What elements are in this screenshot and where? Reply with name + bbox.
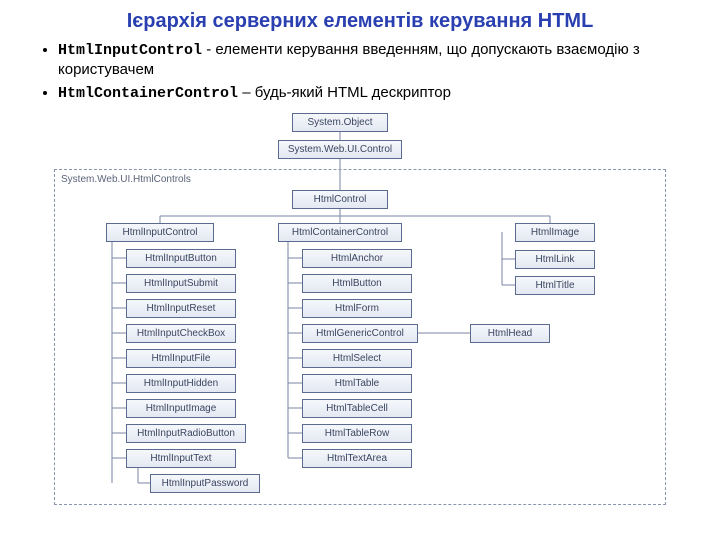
node-htmlinputradiobutton: HtmlInputRadioButton [126, 424, 246, 443]
bullet-text: будь-який HTML дескриптор [255, 84, 451, 101]
bullet-item: HtmlInputControl - елементи керування вв… [58, 41, 680, 80]
node-htmlinputreset: HtmlInputReset [126, 299, 236, 318]
node-htmlimage: HtmlImage [515, 223, 595, 242]
node-htmlcontrol: HtmlControl [292, 190, 388, 209]
node-htmlhead: HtmlHead [470, 324, 550, 343]
node-htmlinputbutton: HtmlInputButton [126, 249, 236, 268]
bullet-sep: – [238, 84, 255, 101]
node-htmlinputtext: HtmlInputText [126, 449, 236, 468]
node-htmlinputsubmit: HtmlInputSubmit [126, 274, 236, 293]
node-htmltablerow: HtmlTableRow [302, 424, 412, 443]
bullet-item: HtmlContainerControl – будь-який HTML де… [58, 84, 680, 104]
node-htmlinputfile: HtmlInputFile [126, 349, 236, 368]
bullet-list: HtmlInputControl - елементи керування вв… [0, 41, 720, 113]
node-htmlbutton: HtmlButton [302, 274, 412, 293]
node-system-web-ui-control: System.Web.UI.Control [278, 140, 402, 159]
bullet-code: HtmlInputControl [58, 42, 202, 59]
node-system-object: System.Object [292, 113, 388, 132]
page-title: Ієрархія серверних елементів керування H… [0, 0, 720, 41]
node-htmlinputpassword: HtmlInputPassword [150, 474, 260, 493]
hierarchy-diagram: System.Object System.Web.UI.Control Syst… [30, 113, 690, 513]
node-htmltablecell: HtmlTableCell [302, 399, 412, 418]
node-htmlinputimage: HtmlInputImage [126, 399, 236, 418]
node-htmlinputhidden: HtmlInputHidden [126, 374, 236, 393]
node-htmllink: HtmlLink [515, 250, 595, 269]
node-htmlinputcheckbox: HtmlInputCheckBox [126, 324, 236, 343]
node-htmltitle: HtmlTitle [515, 276, 595, 295]
node-htmlgenericcontrol: HtmlGenericControl [302, 324, 418, 343]
bullet-sep: - [202, 41, 215, 58]
node-htmltextarea: HtmlTextArea [302, 449, 412, 468]
node-htmltable: HtmlTable [302, 374, 412, 393]
node-htmlcontainercontrol: HtmlContainerControl [278, 223, 402, 242]
node-htmlform: HtmlForm [302, 299, 412, 318]
bullet-code: HtmlContainerControl [58, 85, 238, 102]
node-htmlanchor: HtmlAnchor [302, 249, 412, 268]
node-htmlinputcontrol: HtmlInputControl [106, 223, 214, 242]
node-htmlselect: HtmlSelect [302, 349, 412, 368]
